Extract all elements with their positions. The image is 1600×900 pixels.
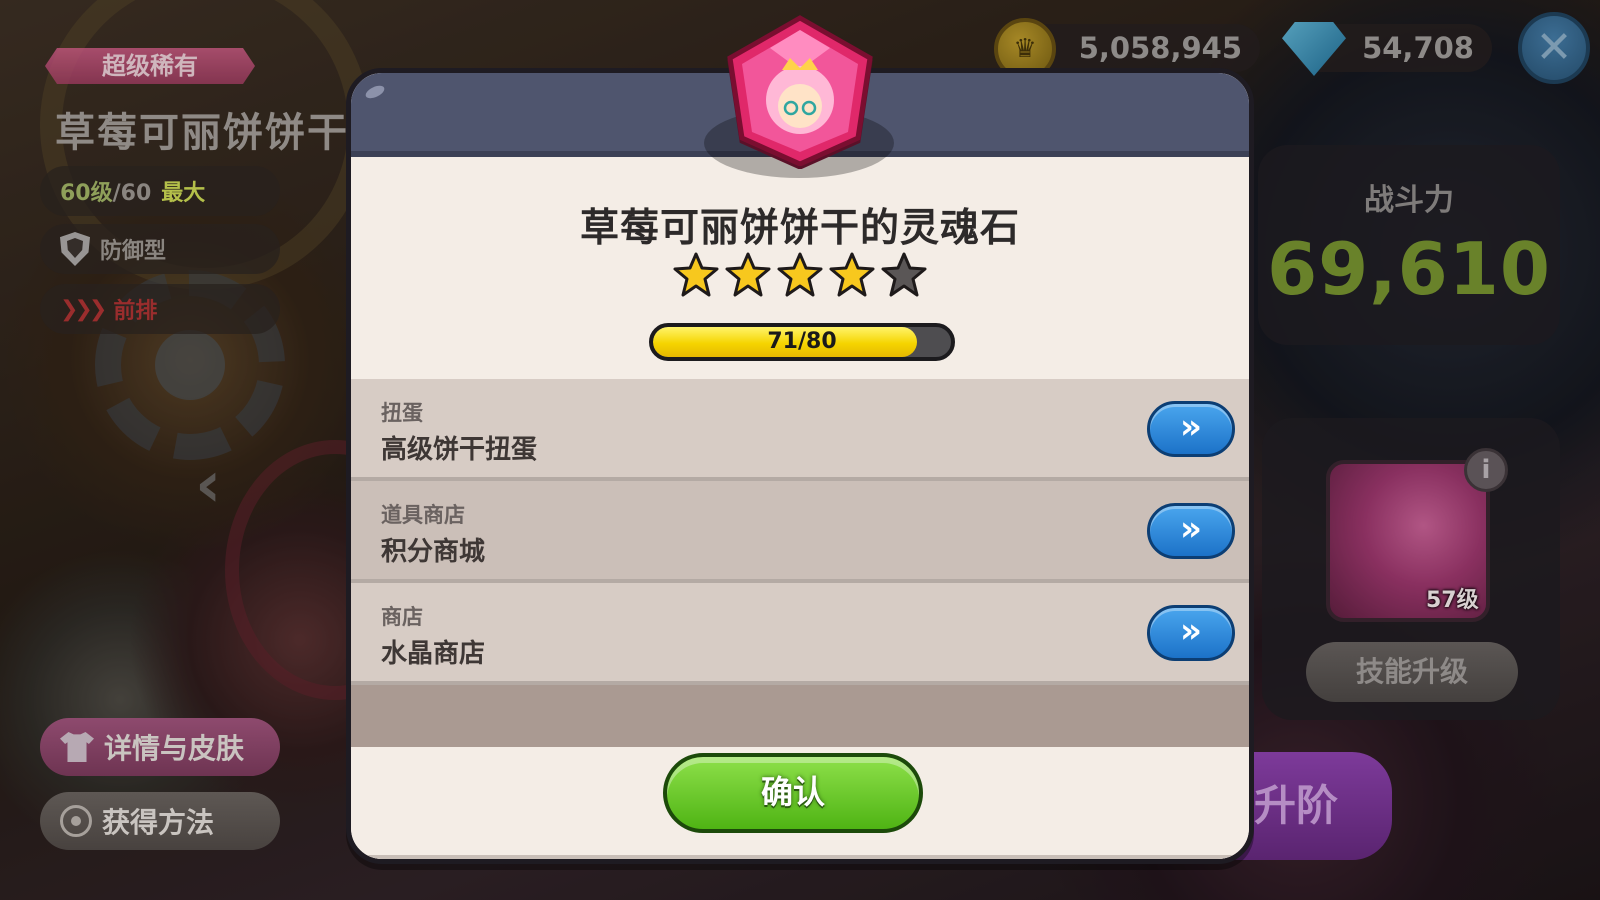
acquire-method-button[interactable]: 获得方法 (40, 792, 280, 850)
source-category: 商店 (381, 605, 423, 629)
power-label: 战斗力 (1364, 183, 1454, 218)
shirt-icon (60, 732, 94, 762)
source-name: 积分商城 (381, 537, 486, 567)
source-name: 高级饼干扭蛋 (381, 435, 538, 465)
star-empty-icon (881, 252, 927, 297)
info-icon[interactable]: i (1464, 448, 1508, 492)
power-card: 战斗力 69,610 (1258, 145, 1560, 345)
soulstone-modal: 草莓可丽饼饼干的灵魂石 71/80 扭蛋 高级饼干扭蛋» 道具商店 积分商城» 商店 水晶… (346, 68, 1254, 864)
power-value: 69,610 (1267, 227, 1551, 311)
level-pill: 60级/60 最大 (40, 166, 280, 216)
crystal-amount: 54,708 (1362, 31, 1474, 65)
source-name: 水晶商店 (381, 639, 486, 669)
details-skins-button[interactable]: 详情与皮肤 (40, 718, 280, 776)
advance-label: 升阶 (1254, 781, 1339, 830)
star-filled-icon (673, 252, 719, 297)
cookie-name: 草莓可丽饼饼干 (55, 110, 349, 156)
skill-level: 57级 (1426, 588, 1479, 613)
close-icon[interactable]: ✕ (1518, 12, 1590, 84)
shield-icon (60, 232, 90, 266)
double-chevron-right-icon[interactable]: » (1147, 503, 1235, 559)
source-category: 扭蛋 (381, 401, 423, 425)
position-label: 前排 (113, 299, 158, 324)
level-current: 60级/60 (60, 181, 152, 206)
footer-shade (351, 855, 1249, 859)
source-row: 道具商店积分商城 » (351, 481, 1249, 583)
progress-text: 71/80 (767, 329, 837, 354)
eye-icon (60, 805, 92, 837)
level-max: 最大 (161, 181, 206, 206)
rarity-badge: 超级稀有 (45, 48, 255, 84)
header-highlight (363, 83, 387, 101)
gear-core-decoration (155, 330, 225, 400)
role-label: 防御型 (100, 239, 167, 264)
source-row: 扭蛋高级饼干扭蛋 » (351, 379, 1249, 481)
acquire-method-label: 获得方法 (102, 806, 215, 839)
empty-band (351, 685, 1249, 747)
modal-title: 草莓可丽饼饼干的灵魂石 (579, 206, 1020, 251)
source-row: 商店水晶商店 » (351, 583, 1249, 685)
double-chevron-right-icon[interactable]: » (1147, 605, 1235, 661)
role-pill: 防御型 (40, 224, 280, 274)
star-rating (351, 251, 1249, 299)
skill-upgrade-button[interactable]: 技能升级 (1306, 642, 1518, 702)
chevron-left-icon[interactable]: ‹ (195, 453, 245, 517)
star-filled-icon (777, 252, 823, 297)
chevrons-icon: ❯❯❯ (60, 296, 107, 322)
star-filled-icon (725, 252, 771, 297)
double-chevron-right-icon[interactable]: » (1147, 401, 1235, 457)
position-pill: ❯❯❯ 前排 (40, 284, 280, 334)
source-list: 扭蛋高级饼干扭蛋 » 道具商店积分商城 » 商店水晶商店 » (351, 379, 1249, 685)
source-category: 道具商店 (381, 503, 465, 527)
soulstone-progress-bar: 71/80 (649, 323, 955, 361)
soulstone-icon (727, 15, 873, 166)
details-skins-label: 详情与皮肤 (104, 732, 245, 765)
coin-amount: 5,058,945 (1078, 31, 1242, 65)
confirm-button[interactable]: 确认 (663, 753, 923, 833)
star-filled-icon (829, 252, 875, 297)
